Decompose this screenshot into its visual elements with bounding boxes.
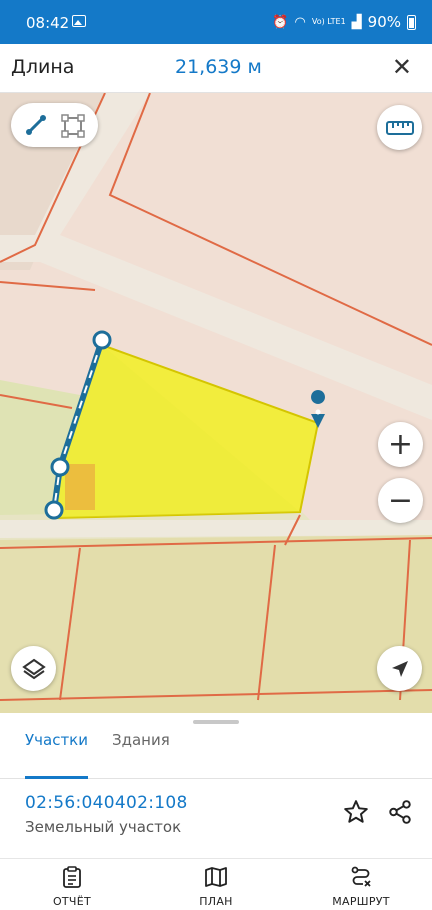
ruler-icon [385, 120, 414, 135]
report-icon [63, 866, 81, 888]
route-icon [351, 866, 371, 887]
bottom-navigation: ОТЧЁТ ПЛАН МАРШРУТ [0, 858, 432, 910]
wifi-icon: ◠ [294, 14, 306, 30]
nav-plan[interactable]: ПЛАН [186, 859, 246, 910]
image-notification-icon [72, 15, 86, 27]
close-icon[interactable]: ✕ [392, 54, 412, 80]
navigation-arrow-icon [391, 660, 408, 677]
lte-label: Vo) LTE1 [311, 17, 346, 26]
layers-button[interactable] [11, 646, 56, 691]
map-icon [205, 867, 227, 887]
measure-header: Длина 21,639 м ✕ [0, 44, 432, 93]
parcel-sheet: Участки Здания 02:56:040402:108 Земельны… [0, 713, 432, 858]
sheet-tabs: Участки Здания [0, 733, 432, 779]
signal-icon: ▟ [351, 14, 362, 30]
favorite-star-icon[interactable] [343, 799, 369, 825]
measure-title: Длина [11, 56, 75, 78]
parcel-cadastral-number[interactable]: 02:56:040402:108 [25, 793, 188, 813]
map-view[interactable] [0, 93, 432, 713]
tab-parcels[interactable]: Участки [25, 733, 88, 779]
line-measure-icon[interactable] [25, 114, 47, 136]
measure-mode-toggle [11, 103, 98, 147]
layers-icon [21, 658, 46, 679]
measure-value: 21,639 м [175, 56, 262, 78]
area-measure-icon[interactable] [61, 114, 85, 138]
nav-plan-label: ПЛАН [199, 895, 233, 908]
tab-buildings-label: Здания [112, 731, 170, 749]
tab-buildings[interactable]: Здания [112, 733, 170, 779]
tab-parcels-label: Участки [25, 731, 88, 749]
parcel-type: Земельный участок [25, 818, 182, 836]
ruler-button[interactable] [377, 105, 422, 150]
zoom-in-button[interactable]: + [378, 422, 423, 467]
nav-report[interactable]: ОТЧЁТ [42, 859, 102, 910]
nav-route[interactable]: МАРШРУТ [325, 859, 397, 910]
zoom-out-button[interactable]: − [378, 478, 423, 523]
sheet-drag-handle[interactable] [193, 720, 239, 724]
status-bar: 08:42 ⏰ ◠ Vo) LTE1 ▟ 90% [0, 0, 432, 44]
nav-report-label: ОТЧЁТ [52, 895, 92, 908]
battery-percent: 90% [367, 13, 401, 31]
active-tab-indicator [25, 776, 88, 779]
share-icon[interactable] [387, 799, 413, 825]
my-location-button[interactable] [377, 646, 422, 691]
alarm-icon: ⏰ [272, 14, 289, 30]
map-canvas [0, 93, 432, 713]
battery-icon [407, 14, 416, 30]
nav-route-label: МАРШРУТ [332, 895, 390, 908]
status-time: 08:42 [26, 14, 70, 32]
status-indicators: ⏰ ◠ Vo) LTE1 ▟ 90% [272, 13, 416, 31]
